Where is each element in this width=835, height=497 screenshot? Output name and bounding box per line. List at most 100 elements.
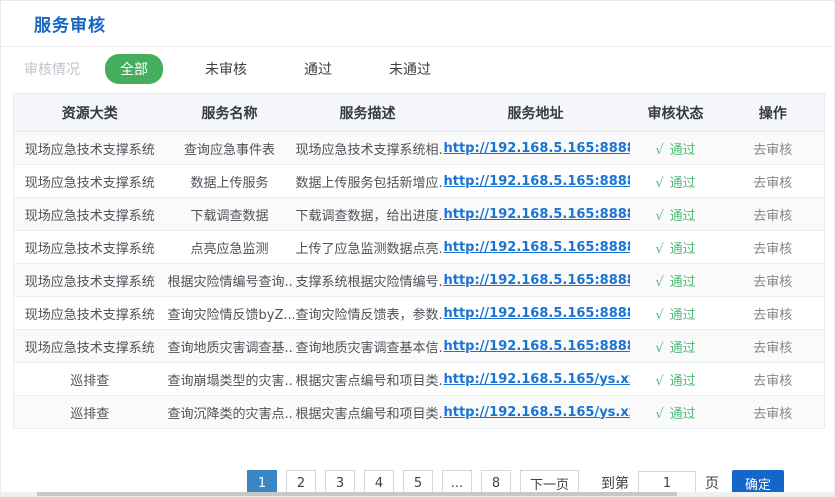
cell-service-url: http://192.168.5.165:8888/ys.yjz... (442, 297, 630, 330)
cell-service-name: 根据灾险情编号查询... (166, 264, 294, 297)
cell-service-name: 点亮应急监测 (166, 231, 294, 264)
cell-status: √ 通过 (630, 231, 722, 264)
cell-description: 查询灾险情反馈表，参数... (294, 297, 442, 330)
filter-tab[interactable]: 未审核 (190, 54, 262, 84)
cell-service-name: 查询应急事件表 (166, 132, 294, 165)
cell-service-name: 查询灾险情反馈byZ... (166, 297, 294, 330)
cell-service-name: 查询地质灾害调查基... (166, 330, 294, 363)
cell-description: 查询地质灾害调查基本信... (294, 330, 442, 363)
cell-description: 下载调查数据，给出进度... (294, 198, 442, 231)
table-row: 现场应急技术支撑系统 查询地质灾害调查基... 查询地质灾害调查基本信... h… (14, 330, 825, 363)
cell-category: 现场应急技术支撑系统 (14, 297, 166, 330)
cell-service-name: 下载调查数据 (166, 198, 294, 231)
audit-action-link[interactable]: 去审核 (753, 407, 792, 422)
check-icon: √ (655, 242, 663, 257)
cell-category: 现场应急技术支撑系统 (14, 198, 166, 231)
status-text: 通过 (670, 407, 696, 422)
cell-service-url: http://192.168.5.165:8888/ys.yjz... (442, 132, 630, 165)
cell-status: √ 通过 (630, 396, 722, 429)
column-header: 操作 (722, 94, 825, 132)
service-url-link[interactable]: http://192.168.5.165:8888/ys.yjz... (444, 207, 630, 222)
cell-action: 去审核 (722, 363, 825, 396)
service-table: 资源大类 服务名称 服务描述 服务地址 审核状态 操作 现场应急技术支撑系统 查… (13, 93, 825, 429)
cell-service-url: http://192.168.5.165:8888/ys.yjz... (442, 165, 630, 198)
check-icon: √ (655, 407, 663, 422)
column-header: 审核状态 (630, 94, 722, 132)
cell-description: 上传了应急监测数据点亮... (294, 231, 442, 264)
service-url-link[interactable]: http://192.168.5.165:8888/ys.yjz... (444, 240, 630, 255)
check-icon: √ (655, 341, 663, 356)
check-icon: √ (655, 209, 663, 224)
cell-category: 现场应急技术支撑系统 (14, 165, 166, 198)
audit-action-link[interactable]: 去审核 (753, 374, 792, 389)
table-row: 现场应急技术支撑系统 下载调查数据 下载调查数据，给出进度... http://… (14, 198, 825, 231)
cell-action: 去审核 (722, 330, 825, 363)
table-row: 现场应急技术支撑系统 点亮应急监测 上传了应急监测数据点亮... http://… (14, 231, 825, 264)
table-row: 现场应急技术支撑系统 查询灾险情反馈byZ... 查询灾险情反馈表，参数... … (14, 297, 825, 330)
service-url-link[interactable]: http://192.168.5.165:8888/ys.yjz... (444, 339, 630, 354)
service-url-link[interactable]: http://192.168.5.165:8888/ys.yjz... (444, 174, 630, 189)
cell-description: 根据灾害点编号和项目类... (294, 363, 442, 396)
cell-action: 去审核 (722, 264, 825, 297)
cell-category: 现场应急技术支撑系统 (14, 330, 166, 363)
cell-service-url: http://192.168.5.165:8888/ys.yjz... (442, 330, 630, 363)
cell-status: √通过 (630, 264, 722, 297)
status-text: 通过 (670, 341, 696, 356)
jump-suffix-label: 页 (705, 473, 719, 493)
audit-action-link[interactable]: 去审核 (753, 242, 792, 257)
service-url-link[interactable]: http://192.168.5.165:8888/ys.yjz... (444, 141, 630, 156)
filter-tab[interactable]: 通过 (289, 54, 347, 84)
check-icon: √ (655, 275, 663, 290)
table-row: 现场应急技术支撑系统 根据灾险情编号查询... 支撑系统根据灾险情编号... h… (14, 264, 825, 297)
cell-action: 去审核 (722, 165, 825, 198)
cell-service-url: http://192.168.5.165:8888/ys.yjz... (442, 198, 630, 231)
audit-action-link[interactable]: 去审核 (753, 275, 792, 290)
cell-service-url: http://192.168.5.165:8888/ys.yjz... (442, 264, 630, 297)
column-header: 服务描述 (294, 94, 442, 132)
filter-tab[interactable]: 全部 (105, 54, 163, 84)
check-icon: √ (655, 308, 663, 323)
horizontal-scrollbar[interactable] (1, 492, 834, 496)
audit-action-link[interactable]: 去审核 (753, 209, 792, 224)
jump-prefix-label: 到第 (601, 473, 629, 493)
column-header: 资源大类 (14, 94, 166, 132)
cell-action: 去审核 (722, 198, 825, 231)
status-text: 通过 (670, 242, 696, 257)
table-row: 现场应急技术支撑系统 查询应急事件表 现场应急技术支撑系统相... http:/… (14, 132, 825, 165)
cell-action: 去审核 (722, 231, 825, 264)
audit-action-link[interactable]: 去审核 (753, 341, 792, 356)
service-url-link[interactable]: http://192.168.5.165:8888/ys.yjz... (444, 306, 630, 321)
cell-category: 巡排查 (14, 363, 166, 396)
cell-action: 去审核 (722, 297, 825, 330)
cell-service-name: 查询沉降类的灾害点... (166, 396, 294, 429)
panel-header: 服务审核 (1, 1, 834, 47)
cell-status: √通过 (630, 198, 722, 231)
cell-action: 去审核 (722, 396, 825, 429)
filter-tab[interactable]: 未通过 (374, 54, 446, 84)
cell-status: √ 通过 (630, 165, 722, 198)
filter-label: 审核情况 (24, 59, 80, 79)
horizontal-scrollbar-thumb[interactable] (37, 492, 677, 496)
cell-service-url: http://192.168.5.165/ys.xxfwfb/s... (442, 396, 630, 429)
cell-category: 现场应急技术支撑系统 (14, 132, 166, 165)
status-text: 通过 (670, 176, 696, 191)
audit-action-link[interactable]: 去审核 (753, 176, 792, 191)
cell-service-url: http://192.168.5.165:8888/ys.yjz... (442, 231, 630, 264)
status-text: 通过 (670, 374, 696, 389)
column-header: 服务名称 (166, 94, 294, 132)
cell-description: 数据上传服务包括新增应... (294, 165, 442, 198)
cell-category: 现场应急技术支撑系统 (14, 264, 166, 297)
service-url-link[interactable]: http://192.168.5.165/ys.xxfwfb/s... (444, 405, 630, 420)
audit-action-link[interactable]: 去审核 (753, 143, 792, 158)
service-url-link[interactable]: http://192.168.5.165:8888/ys.yjz... (444, 273, 630, 288)
table-row: 巡排查 查询崩塌类型的灾害... 根据灾害点编号和项目类... http://1… (14, 363, 825, 396)
check-icon: √ (655, 176, 663, 191)
service-audit-panel: 服务审核 审核情况 全部 未审核 通过 未通过 资源大类 (0, 0, 835, 497)
cell-description: 现场应急技术支撑系统相... (294, 132, 442, 165)
check-icon: √ (655, 374, 663, 389)
audit-action-link[interactable]: 去审核 (753, 308, 792, 323)
cell-status: √ 通过 (630, 330, 722, 363)
service-url-link[interactable]: http://192.168.5.165/ys.xxfwfb/s... (444, 372, 630, 387)
table-row: 巡排查 查询沉降类的灾害点... 根据灾害点编号和项目类... http://1… (14, 396, 825, 429)
cell-service-name: 数据上传服务 (166, 165, 294, 198)
